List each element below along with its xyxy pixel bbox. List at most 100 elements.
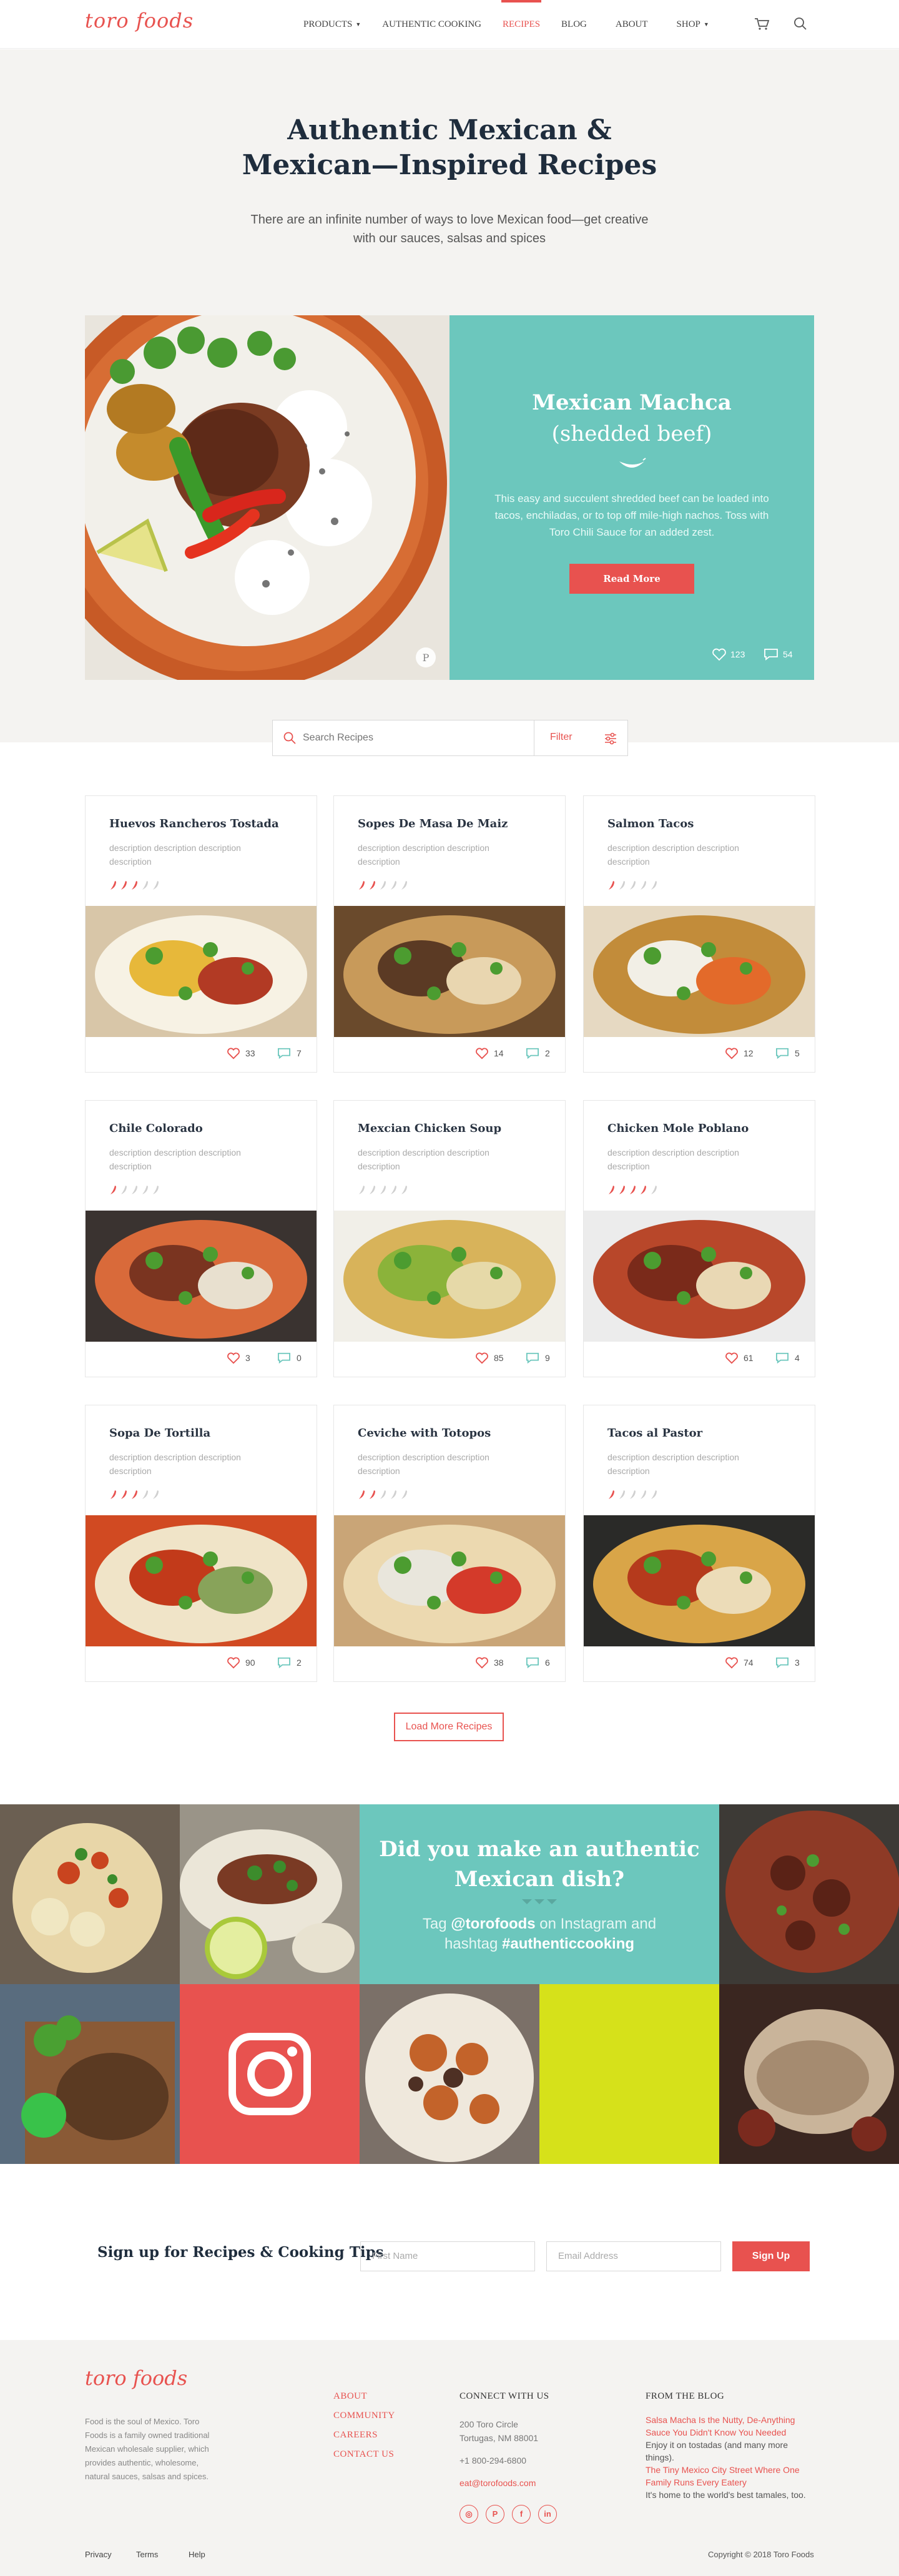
- filter-button[interactable]: Filter: [550, 732, 572, 743]
- read-more-button[interactable]: Read More: [569, 564, 694, 594]
- recipe-title[interactable]: Sopa De Tortilla: [109, 1427, 210, 1440]
- footer-link-careers[interactable]: CAREERS: [333, 2430, 395, 2441]
- instagram-logo-tile[interactable]: [180, 1984, 360, 2164]
- like-button[interactable]: 90: [227, 1656, 255, 1669]
- recipe-card[interactable]: Mexcian Chicken Soup description descrip…: [333, 1100, 566, 1377]
- load-more-button[interactable]: Load More Recipes: [394, 1713, 504, 1741]
- like-button[interactable]: 33: [227, 1047, 255, 1059]
- recipe-image[interactable]: [584, 1211, 815, 1342]
- recipe-card[interactable]: Chile Colorado description description d…: [85, 1100, 317, 1377]
- email-link[interactable]: eat@torofoods.com: [459, 2476, 538, 2490]
- recipe-search-bar: Filter: [272, 720, 628, 756]
- like-button[interactable]: 74: [725, 1656, 754, 1669]
- recipe-image[interactable]: [584, 906, 815, 1037]
- sign-up-button[interactable]: Sign Up: [732, 2241, 810, 2271]
- like-button[interactable]: 38: [475, 1656, 504, 1669]
- site-logo[interactable]: toro foods: [85, 9, 194, 32]
- nav-item-blog[interactable]: BLOG: [561, 0, 587, 49]
- instagram-handle[interactable]: @torofoods: [451, 1915, 535, 1932]
- phone-number[interactable]: +1 800-294-6800: [459, 2454, 538, 2467]
- recipe-card[interactable]: Chicken Mole Poblano description descrip…: [583, 1100, 815, 1377]
- recipe-card[interactable]: Ceviche with Totopos description descrip…: [333, 1405, 566, 1682]
- recipe-image[interactable]: [86, 1211, 317, 1342]
- comment-button[interactable]: 4: [775, 1352, 800, 1364]
- recipe-image[interactable]: [334, 1211, 565, 1342]
- comment-button[interactable]: 3: [775, 1656, 800, 1669]
- comment-button[interactable]: 0: [277, 1352, 302, 1364]
- privacy-link[interactable]: Privacy: [85, 2550, 112, 2559]
- like-button[interactable]: 14: [475, 1047, 504, 1059]
- comment-button[interactable]: 2: [525, 1047, 550, 1059]
- recipe-image[interactable]: [86, 1515, 317, 1646]
- recipe-title[interactable]: Ceviche with Totopos: [358, 1427, 491, 1440]
- recipe-title[interactable]: Mexcian Chicken Soup: [358, 1122, 501, 1135]
- footer-link-community[interactable]: COMMUNITY: [333, 2411, 395, 2421]
- footer-logo[interactable]: toro foods: [85, 2366, 187, 2390]
- recipe-card[interactable]: Sopa De Tortilla description description…: [85, 1405, 317, 1682]
- instagram-photo[interactable]: [0, 1984, 180, 2164]
- search-input[interactable]: [303, 720, 528, 755]
- like-button[interactable]: 12: [725, 1047, 754, 1059]
- recipe-image[interactable]: [584, 1515, 815, 1646]
- instagram-icon[interactable]: ◎: [459, 2505, 478, 2524]
- spice-level: [607, 1489, 659, 1500]
- footer-link-about[interactable]: ABOUT: [333, 2391, 395, 2402]
- blog-post-title[interactable]: Salsa Macha Is the Nutty, De-Anything Sa…: [646, 2414, 814, 2439]
- recipe-title[interactable]: Tacos al Pastor: [607, 1427, 702, 1440]
- recipe-image[interactable]: [334, 1515, 565, 1646]
- spice-level: [109, 880, 160, 891]
- blog-post[interactable]: The Tiny Mexico City Street Where One Fa…: [646, 2464, 814, 2501]
- pinterest-icon[interactable]: P: [486, 2505, 504, 2524]
- first-name-field[interactable]: First Name: [360, 2241, 535, 2271]
- nav-item-shop[interactable]: SHOP ▼: [677, 0, 709, 49]
- terms-link[interactable]: Terms: [136, 2550, 158, 2559]
- sliders-icon[interactable]: [604, 732, 617, 745]
- blog-post-title[interactable]: The Tiny Mexico City Street Where One Fa…: [646, 2464, 814, 2489]
- recipe-card[interactable]: Salmon Tacos description description des…: [583, 795, 815, 1073]
- instagram-hashtag[interactable]: #authenticcooking: [502, 1935, 634, 1952]
- like-button[interactable]: 61: [725, 1352, 754, 1364]
- comment-button[interactable]: 5: [775, 1047, 800, 1059]
- nav-item-products[interactable]: PRODUCTS ▼: [303, 0, 361, 49]
- search-icon[interactable]: [792, 15, 809, 32]
- help-link[interactable]: Help: [189, 2550, 205, 2559]
- comment-button[interactable]: 7: [277, 1047, 302, 1059]
- recipe-card[interactable]: Sopes De Masa De Maiz description descri…: [333, 795, 566, 1073]
- comment-button[interactable]: 9: [525, 1352, 550, 1364]
- instagram-photo[interactable]: [719, 1804, 899, 1984]
- footer-link-contact[interactable]: CONTACT US: [333, 2449, 395, 2460]
- recipe-image[interactable]: [334, 906, 565, 1037]
- recipe-title[interactable]: Huevos Rancheros Tostada: [109, 817, 279, 830]
- instagram-photo[interactable]: [180, 1804, 360, 1984]
- blog-post[interactable]: Salsa Macha Is the Nutty, De-Anything Sa…: [646, 2414, 814, 2464]
- recipe-image[interactable]: [86, 906, 317, 1037]
- comment-icon: [776, 1048, 788, 1059]
- recipe-card[interactable]: Huevos Rancheros Tostada description des…: [85, 795, 317, 1073]
- linkedin-icon[interactable]: in: [538, 2505, 557, 2524]
- instagram-photo[interactable]: [719, 1984, 899, 2164]
- recipe-title[interactable]: Chicken Mole Poblano: [607, 1122, 749, 1135]
- featured-likes[interactable]: 123: [712, 647, 745, 661]
- comment-button[interactable]: 2: [277, 1656, 302, 1669]
- email-field[interactable]: Email Address: [546, 2241, 721, 2271]
- like-button[interactable]: 3: [227, 1352, 250, 1364]
- instagram-photo[interactable]: [360, 1984, 539, 2164]
- nav-item-recipes[interactable]: RECIPES: [501, 0, 542, 49]
- like-button[interactable]: 85: [475, 1352, 504, 1364]
- comment-button[interactable]: 6: [525, 1656, 550, 1669]
- nav-item-authentic-cooking[interactable]: AUTHENTIC COOKING: [382, 0, 481, 49]
- recipe-card[interactable]: Tacos al Pastor description description …: [583, 1405, 815, 1682]
- recipe-title[interactable]: Chile Colorado: [109, 1122, 203, 1135]
- featured-comments[interactable]: 54: [763, 647, 793, 661]
- recipe-title[interactable]: Salmon Tacos: [607, 817, 694, 830]
- chili-pepper-icon: [391, 1186, 396, 1194]
- featured-recipe-image[interactable]: P: [85, 315, 450, 680]
- nav-item-about[interactable]: ABOUT: [616, 0, 648, 49]
- recipe-title[interactable]: Sopes De Masa De Maiz: [358, 817, 508, 830]
- instagram-photo[interactable]: [0, 1804, 180, 1984]
- cart-icon[interactable]: [753, 15, 770, 32]
- comment-icon: [278, 1048, 290, 1059]
- heart-icon: [227, 1048, 240, 1059]
- chili-pepper-icon: [142, 1186, 148, 1194]
- facebook-icon[interactable]: f: [512, 2505, 531, 2524]
